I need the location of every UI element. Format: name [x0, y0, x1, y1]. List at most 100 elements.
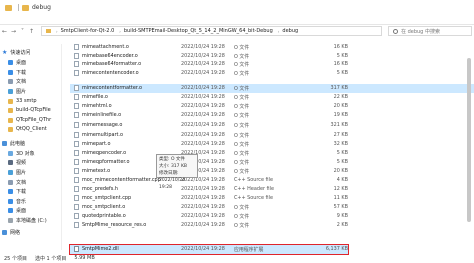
sidebar-item-documents[interactable]: 文档: [8, 178, 26, 186]
file-size: 321 KB: [330, 122, 348, 128]
breadcrumb-item[interactable]: debug: [282, 28, 298, 34]
file-date: 2022/10/24 19:28: [181, 44, 225, 50]
sidebar-item-folder[interactable]: QTcpFile_QThr: [8, 116, 51, 124]
breadcrumb-item[interactable]: build-SMTPEmail-Desktop_Qt_5_14_2_MinGW_…: [124, 28, 273, 34]
tooltip-type: 类型: O 文件: [159, 157, 185, 162]
file-row[interactable]: SmtpMime_resource_res.o 2022/10/24 19:28 O…: [70, 221, 474, 230]
download-icon: [8, 188, 13, 194]
file-row[interactable]: mimecontentencoder.o 2022/10/24 19:28 O 文件…: [70, 69, 474, 78]
file-type: O 文件: [234, 71, 250, 77]
file-row[interactable]: moc_mimecontentformatter.cpp 2022/10/24 1…: [70, 176, 474, 185]
file-row[interactable]: mimehtml.o 2022/10/24 19:28 O 文件 20 KB: [70, 102, 474, 111]
picture-icon: [8, 169, 13, 175]
search-icon: [393, 28, 398, 34]
sidebar-item-folder[interactable]: 33 smtp: [8, 97, 37, 105]
sidebar-item-label: QTcpFile_QThr: [16, 117, 52, 123]
file-size: 20 KB: [333, 103, 348, 109]
sidebar-item-folder[interactable]: build-QTcpFile: [8, 106, 51, 114]
selection-size: 5.99 MB: [74, 255, 95, 261]
picture-icon: [8, 88, 13, 94]
folder-icon: [22, 4, 29, 11]
file-type: O 文件: [234, 133, 250, 139]
file-row[interactable]: mimecontentformatter.o 2022/10/24 19:28 O …: [70, 84, 474, 93]
vertical-scrollbar[interactable]: [466, 48, 472, 248]
sidebar-item-network[interactable]: 网络: [2, 228, 20, 236]
file-name: mimebase64encoder.o: [82, 53, 138, 59]
network-icon: [2, 229, 7, 235]
file-type: C++ Header file: [234, 186, 274, 192]
file-list: mimeattachment.o 2022/10/24 19:28 O 文件 16 K…: [69, 36, 474, 255]
file-row[interactable]: moc_predefs.h 2022/10/24 19:28 C++ Header …: [70, 185, 474, 194]
file-row[interactable]: moc_smtpclient.o 2022/10/24 19:28 O 文件 57 K…: [70, 203, 474, 212]
file-name: moc_mimecontentformatter.cpp: [82, 177, 161, 183]
file-row[interactable]: mimeqpencoder.o 2022/10/24 19:28 O 文件 5 KB: [70, 149, 474, 158]
sidebar-item-quick-access[interactable]: ★ 快速访问: [2, 48, 30, 56]
cube-icon: [8, 150, 13, 156]
breadcrumb-item[interactable]: SmtpClient-for-Qt-2.0: [61, 28, 115, 34]
sidebar-item-label: 网络: [10, 229, 21, 236]
file-name: mimeattachment.o: [82, 44, 129, 50]
file-row[interactable]: quotedprintable.o 2022/10/24 19:28 O 文件 9 K…: [70, 212, 474, 221]
file-type: O 文件: [234, 123, 250, 129]
sidebar-item-documents[interactable]: 文档: [8, 77, 26, 85]
up-arrow-icon[interactable]: ↑: [27, 27, 36, 36]
sidebar-item-downloads[interactable]: 下载: [8, 187, 26, 195]
selection-count: 选中 1 个项目: [34, 255, 67, 262]
file-row[interactable]: mimeattachment.o 2022/10/24 19:28 O 文件 16 K…: [70, 43, 474, 52]
file-size: 20 KB: [333, 168, 348, 174]
search-box[interactable]: 在 debug 中搜索: [388, 26, 472, 36]
address-bar[interactable]: › SmtpClient-for-Qt-2.0 › build-SMTPEmai…: [41, 26, 382, 36]
file-row[interactable]: mimemultipart.o 2022/10/24 19:28 O 文件 27 KB: [70, 131, 474, 140]
file-date: 2022/10/24 19:28: [181, 85, 225, 91]
navigation-pane: ★ 快速访问 桌面 下载 文档 图片 33 smtp build-QTcpFile…: [0, 44, 62, 250]
file-row[interactable]: mimeinlinefile.o 2022/10/24 19:28 O 文件 19 K…: [70, 111, 474, 120]
search-placeholder: 在 debug 中搜索: [401, 28, 440, 35]
sidebar-item-pictures[interactable]: 图片: [8, 168, 26, 176]
dll-file-icon: [74, 246, 79, 252]
scrollbar-thumb[interactable]: [467, 58, 471, 222]
file-name: mimeqpencoder.o: [82, 150, 127, 156]
recent-locations-chevron-icon[interactable]: ˅: [18, 27, 27, 36]
file-size: 57 KB: [333, 204, 348, 210]
file-tooltip: 类型: O 文件 大小: 317 KB 修改日期: 2022/10/24 19:…: [156, 154, 198, 190]
back-arrow-icon[interactable]: ←: [0, 27, 9, 36]
file-name: moc_smtpclient.cpp: [82, 195, 132, 201]
file-icon: [74, 61, 79, 67]
file-row[interactable]: mimemessage.o 2022/10/24 19:28 O 文件 321 KB: [70, 121, 474, 130]
sidebar-item-desktop[interactable]: 桌面: [8, 58, 26, 66]
file-icon: [74, 70, 79, 76]
sidebar-item-label: 桌面: [16, 207, 27, 214]
file-size: 5 KB: [336, 53, 348, 59]
file-row[interactable]: mimebase64formatter.o 2022/10/24 19:28 O 文…: [70, 60, 474, 69]
file-date: 2022/10/24 19:28: [181, 70, 225, 76]
file-type: O 文件: [234, 142, 250, 148]
file-row[interactable]: mimetext.o 2022/10/24 19:28 O 文件 20 KB: [70, 167, 474, 176]
ribbon: [0, 15, 474, 25]
file-size: 317 KB: [330, 85, 348, 91]
sidebar-item-3d-objects[interactable]: 3D 对象: [8, 149, 35, 157]
file-name: mimefile.o: [82, 94, 108, 100]
sidebar-item-local-disk[interactable]: 本地磁盘 (C:): [8, 216, 47, 224]
sidebar-item-label: 本地磁盘 (C:): [16, 217, 47, 224]
sidebar-item-downloads[interactable]: 下载: [8, 68, 26, 76]
file-icon: [74, 177, 79, 183]
sidebar-item-this-pc[interactable]: 此电脑: [2, 139, 25, 147]
file-row[interactable]: mimepart.o 2022/10/24 19:28 O 文件 32 KB: [70, 140, 474, 149]
file-row[interactable]: mimeqpformatter.o 2022/10/24 19:28 O 文件 5 K…: [70, 158, 474, 167]
file-icon: [74, 186, 79, 192]
forward-arrow-icon[interactable]: →: [9, 27, 18, 36]
sidebar-item-pictures[interactable]: 图片: [8, 87, 26, 95]
breadcrumb-chevron-icon: ›: [119, 28, 121, 34]
file-size: 5 KB: [336, 70, 348, 76]
sidebar-item-folder[interactable]: QtQQ_Client: [8, 125, 47, 133]
file-icon: [74, 132, 79, 138]
file-date: 2022/10/24 19:28: [181, 141, 225, 147]
sidebar-item-desktop[interactable]: 桌面: [8, 206, 26, 214]
file-row[interactable]: moc_smtpclient.cpp 2022/10/24 19:28 C++ So…: [70, 194, 474, 203]
sidebar-item-music[interactable]: 音乐: [8, 197, 26, 205]
file-date: 2022/10/24 19:28: [181, 213, 225, 219]
file-row[interactable]: mimefile.o 2022/10/24 19:28 O 文件 22 KB: [70, 93, 474, 102]
file-date: 2022/10/24 19:28: [181, 246, 225, 252]
sidebar-item-videos[interactable]: 视频: [8, 158, 26, 166]
sidebar-item-label: 3D 对象: [16, 150, 35, 157]
